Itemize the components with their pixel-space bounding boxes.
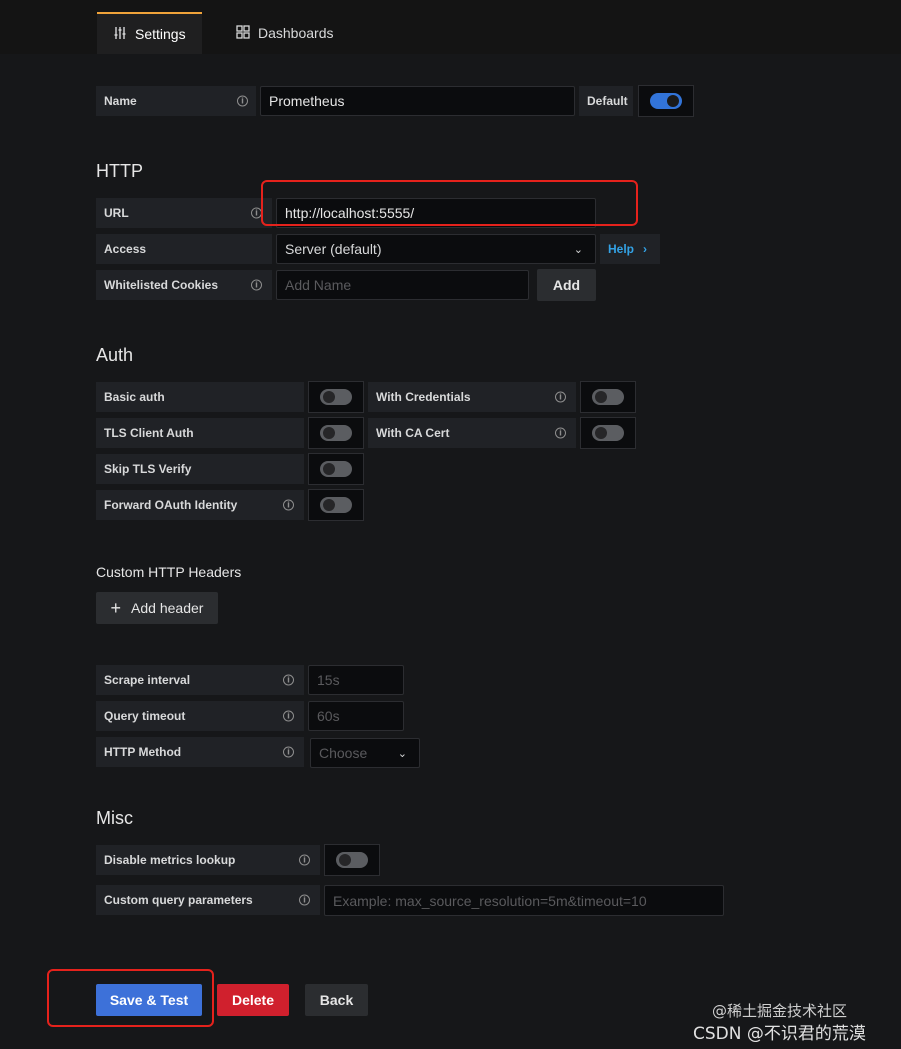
annotation-box-save <box>47 969 214 1027</box>
http-method-label: HTTP Method i <box>96 737 304 767</box>
with-ca-cert-text: With CA Cert <box>376 426 450 440</box>
info-icon[interactable]: i <box>251 279 262 291</box>
access-select[interactable]: Server (default) ⌄ <box>276 234 596 264</box>
default-label: Default <box>579 86 633 116</box>
scrape-interval-label: Scrape interval i <box>96 665 304 695</box>
http-method-value: Choose <box>319 745 368 761</box>
query-timeout-text: Query timeout <box>104 709 186 723</box>
tls-client-auth-toggle[interactable] <box>308 417 364 449</box>
url-label-text: URL <box>104 206 129 220</box>
forward-oauth-label: Forward OAuth Identity i <box>96 490 304 520</box>
info-icon[interactable]: i <box>283 499 294 511</box>
plus-icon: + <box>110 598 122 618</box>
auth-section-title: Auth <box>96 345 134 365</box>
disable-metrics-text: Disable metrics lookup <box>104 853 236 867</box>
whitelisted-cookies-text: Whitelisted Cookies <box>104 278 219 292</box>
url-label: URL i <box>96 198 272 228</box>
tab-settings[interactable]: Settings <box>97 12 202 54</box>
toggle-switch <box>592 425 624 441</box>
http-section-title: HTTP <box>96 161 143 181</box>
chevron-down-icon: ⌄ <box>573 243 583 256</box>
with-ca-cert-label: With CA Cert i <box>368 418 576 448</box>
with-ca-cert-toggle[interactable] <box>580 417 636 449</box>
delete-button[interactable]: Delete <box>217 984 289 1016</box>
info-icon[interactable]: i <box>283 746 294 758</box>
toggle-switch <box>320 497 352 513</box>
query-timeout-input[interactable]: 60s <box>308 701 404 731</box>
toggle-switch <box>320 389 352 405</box>
scrape-interval-input[interactable]: 15s <box>308 665 404 695</box>
tab-dashboards[interactable]: Dashboards <box>220 12 350 54</box>
name-label-text: Name <box>104 94 137 108</box>
with-credentials-text: With Credentials <box>376 390 471 404</box>
basic-auth-toggle[interactable] <box>308 381 364 413</box>
http-method-select[interactable]: Choose ⌄ <box>310 738 420 768</box>
forward-oauth-toggle[interactable] <box>308 489 364 521</box>
add-header-label: Add header <box>131 600 204 616</box>
with-credentials-label: With Credentials i <box>368 382 576 412</box>
help-link[interactable]: Help › <box>600 234 660 264</box>
info-icon[interactable]: i <box>237 95 248 107</box>
name-input[interactable]: Prometheus <box>260 86 575 116</box>
cookie-name-input[interactable]: Add Name <box>276 270 529 300</box>
toggle-switch <box>320 425 352 441</box>
with-credentials-toggle[interactable] <box>580 381 636 413</box>
watermark-line1: @稀土掘金技术社区 <box>712 1002 848 1020</box>
add-header-button[interactable]: + Add header <box>96 592 218 624</box>
info-icon[interactable]: i <box>283 674 294 686</box>
whitelisted-cookies-label: Whitelisted Cookies i <box>96 270 272 300</box>
info-icon[interactable]: i <box>555 427 566 439</box>
skip-tls-verify-toggle[interactable] <box>308 453 364 485</box>
info-icon[interactable]: i <box>299 854 310 866</box>
grid-icon <box>236 24 250 42</box>
tls-client-auth-label: TLS Client Auth <box>96 418 304 448</box>
info-icon[interactable]: i <box>299 894 310 906</box>
sliders-icon <box>113 26 127 43</box>
forward-oauth-text: Forward OAuth Identity <box>104 498 238 512</box>
misc-section-title: Misc <box>96 808 133 828</box>
toggle-switch <box>320 461 352 477</box>
toggle-switch <box>592 389 624 405</box>
tab-bar: Settings Dashboards <box>0 0 901 54</box>
custom-query-input[interactable]: Example: max_source_resolution=5m&timeou… <box>324 885 724 916</box>
custom-query-label: Custom query parameters i <box>96 885 320 915</box>
add-cookie-button[interactable]: Add <box>537 269 596 301</box>
scrape-interval-text: Scrape interval <box>104 673 191 687</box>
access-select-value: Server (default) <box>285 241 382 257</box>
custom-headers-title: Custom HTTP Headers <box>96 564 242 580</box>
name-label: Name i <box>96 86 256 116</box>
access-label: Access <box>96 234 272 264</box>
disable-metrics-label: Disable metrics lookup i <box>96 845 320 875</box>
chevron-down-icon: ⌄ <box>397 747 407 760</box>
annotation-box-url <box>261 180 638 226</box>
http-method-text: HTTP Method <box>104 745 182 759</box>
custom-query-text: Custom query parameters <box>104 893 253 907</box>
info-icon[interactable]: i <box>283 710 294 722</box>
info-icon[interactable]: i <box>555 391 566 403</box>
back-button[interactable]: Back <box>305 984 368 1016</box>
default-toggle[interactable] <box>638 85 694 117</box>
tab-dashboards-label: Dashboards <box>258 25 334 41</box>
tab-settings-label: Settings <box>135 26 186 42</box>
query-timeout-label: Query timeout i <box>96 701 304 731</box>
toggle-switch <box>650 93 682 109</box>
skip-tls-verify-label: Skip TLS Verify <box>96 454 304 484</box>
help-link-label: Help <box>608 242 635 256</box>
basic-auth-label: Basic auth <box>96 382 304 412</box>
chevron-right-icon: › <box>643 242 648 256</box>
toggle-switch <box>336 852 368 868</box>
disable-metrics-toggle[interactable] <box>324 844 380 876</box>
watermark-line2: CSDN @不识君的荒漠 <box>693 1024 866 1044</box>
